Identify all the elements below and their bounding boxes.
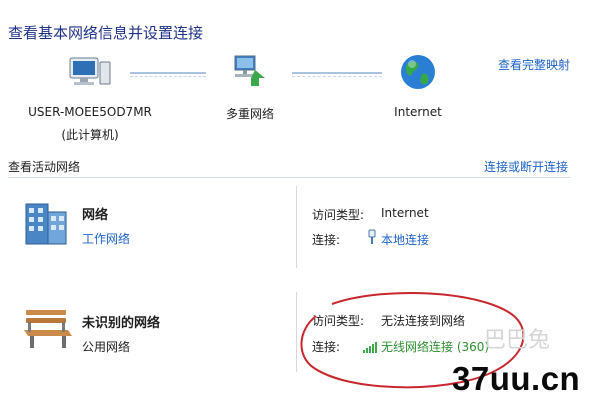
computer-icon [60,57,120,96]
computer-node[interactable] [60,52,120,92]
network-type: 公用网络 [82,340,131,354]
multiple-networks-icon [225,55,275,96]
map-connector-line [130,72,206,74]
map-connector-dash [292,76,382,77]
network-type-link[interactable]: 工作网络 [82,230,130,247]
access-type-label: 访问类型: [312,208,365,222]
map-connector-line [292,72,382,74]
network-name: 未识别的网络 [82,316,161,331]
ethernet-plug-icon [366,229,378,249]
multiple-networks-label: 多重网络 [225,107,274,121]
internet-label: Internet [394,105,442,119]
connection-label: 连接: [312,233,341,247]
connect-disconnect-link[interactable]: 连接或断开连接 [484,158,568,175]
page-title: 查看基本网络信息并设置连接 [8,24,204,42]
building-network-icon [20,198,72,254]
computer-name-label: USER-MOEE5OD7MR [28,105,152,119]
park-bench-icon [18,302,78,356]
site-watermark: 37uu.cn [452,360,581,397]
faint-watermark: 巴巴兔 [484,328,551,353]
internet-node[interactable] [398,52,438,92]
view-full-map-link[interactable]: 查看完整映射 [498,56,570,73]
map-connector-dash [130,76,206,77]
access-type-value: Internet [381,206,429,220]
network-row: 网络 工作网络 [8,186,568,276]
active-networks-title: 查看活动网络 [8,160,81,174]
section-divider [8,177,570,178]
computer-sublabel: (此计算机) [61,128,119,142]
network-name: 网络 [82,208,109,223]
multiple-networks-node[interactable] [225,52,275,92]
local-connection-link[interactable]: 本地连接 [381,231,429,248]
column-divider [296,186,297,268]
globe-icon [398,55,438,96]
